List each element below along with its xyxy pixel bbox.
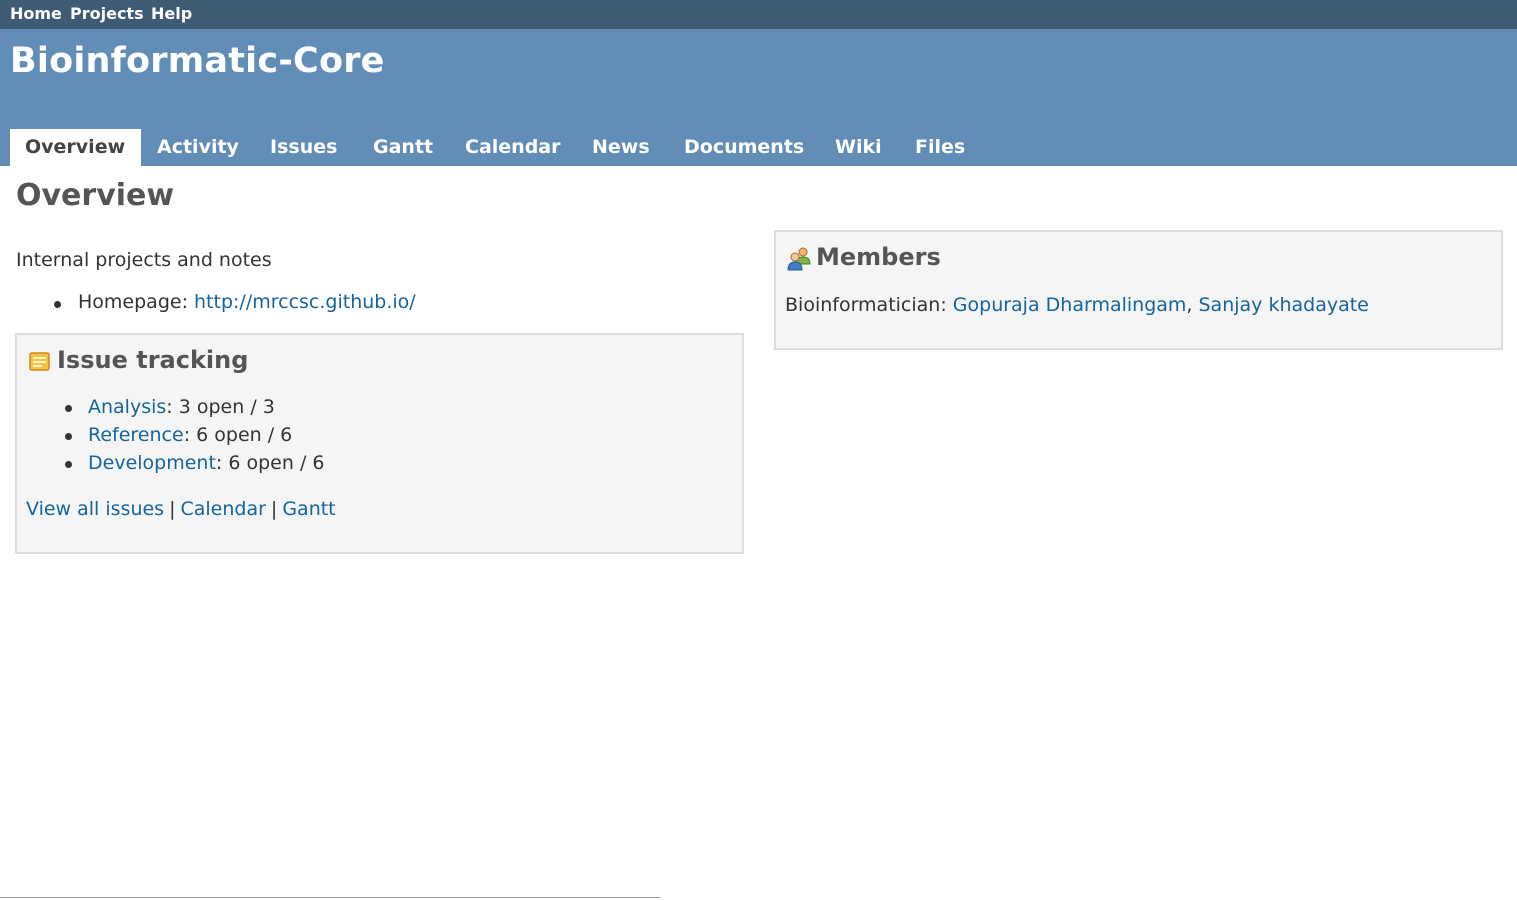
page-title: Overview — [16, 178, 175, 213]
homepage-link[interactable]: http://mrccsc.github.io/ — [194, 291, 416, 313]
tab-calendar[interactable]: Calendar — [465, 129, 560, 166]
tracker-row: Analysis: 3 open / 3 — [88, 396, 275, 418]
issue-tracking-title: Issue tracking — [57, 346, 249, 374]
tracker-count: : 3 open / 3 — [166, 396, 275, 418]
tracker-link-analysis[interactable]: Analysis — [88, 396, 166, 418]
tracker-link-reference[interactable]: Reference — [88, 424, 184, 446]
tracker-row: Reference: 6 open / 6 — [88, 424, 292, 446]
homepage-label: Homepage: — [78, 291, 195, 313]
list-bullet — [65, 433, 72, 440]
members-row: Bioinformatician: Gopuraja Dharmalingam,… — [785, 294, 1369, 316]
tracker-count: : 6 open / 6 — [215, 452, 325, 474]
tab-activity[interactable]: Activity — [157, 129, 239, 166]
tracker-row: Development: 6 open / 6 — [88, 452, 324, 474]
tracker-link-development[interactable]: Development — [88, 452, 216, 474]
members-box: Members — [774, 230, 1503, 350]
list-bullet — [54, 301, 61, 308]
top-menu: Home Projects Help — [0, 0, 1517, 29]
member-link-gopuraja[interactable]: Gopuraja Dharmalingam — [953, 294, 1187, 316]
link-separator: | — [169, 498, 176, 520]
bottom-divider — [0, 897, 660, 898]
member-separator: , — [1186, 294, 1199, 316]
project-header: Bioinformatic-Core Overview Activity Iss… — [0, 29, 1517, 166]
project-description: Internal projects and notes — [16, 249, 272, 271]
list-bullet — [65, 461, 72, 468]
ticket-icon — [29, 352, 51, 376]
list-bullet — [65, 405, 72, 412]
member-role: Bioinformatician: — [785, 294, 953, 316]
project-title: Bioinformatic-Core — [10, 41, 385, 81]
calendar-link[interactable]: Calendar — [180, 498, 265, 520]
tab-gantt[interactable]: Gantt — [373, 129, 433, 166]
tab-files[interactable]: Files — [915, 129, 965, 166]
homepage-item: Homepage: http://mrccsc.github.io/ — [78, 291, 416, 313]
tab-documents[interactable]: Documents — [684, 129, 804, 166]
tab-overview[interactable]: Overview — [10, 129, 142, 166]
tab-wiki[interactable]: Wiki — [835, 129, 882, 166]
issue-footer-links: View all issues | Calendar | Gantt — [26, 498, 336, 520]
tracker-count: : 6 open / 6 — [183, 424, 293, 446]
top-menu-projects[interactable]: Projects — [70, 4, 144, 23]
members-title: Members — [816, 243, 941, 271]
view-all-issues-link[interactable]: View all issues — [26, 498, 164, 520]
tab-issues[interactable]: Issues — [270, 129, 337, 166]
top-menu-help[interactable]: Help — [151, 4, 192, 23]
member-link-sanjay[interactable]: Sanjay khadayate — [1199, 294, 1369, 316]
tab-news[interactable]: News — [592, 129, 650, 166]
gantt-link[interactable]: Gantt — [282, 498, 335, 520]
link-separator: | — [270, 498, 278, 520]
group-icon — [786, 245, 812, 275]
top-menu-home[interactable]: Home — [10, 4, 62, 23]
